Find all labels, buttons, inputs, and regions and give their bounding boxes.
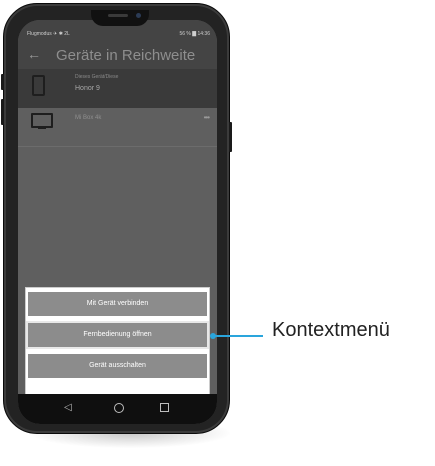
power-button	[229, 122, 232, 152]
more-horizontal-icon[interactable]: •••	[204, 113, 210, 122]
arrow-left-icon[interactable]: ←	[27, 46, 41, 62]
phone-frame: Flugmodus ✈ ✱ 2L 56 % ▇ 14:36 ← Geräte i…	[1, 3, 232, 434]
earpiece-speaker	[108, 14, 128, 17]
callout-line	[213, 335, 263, 337]
device-row-honor[interactable]: Dieses Gerät/Diese Honor 9	[18, 69, 217, 108]
volume-button	[1, 74, 4, 90]
phone-screen: Flugmodus ✈ ✱ 2L 56 % ▇ 14:36 ← Geräte i…	[18, 20, 217, 424]
callout-dot	[210, 333, 216, 339]
android-nav-bar: ◁	[18, 394, 217, 424]
phone-notch	[91, 10, 149, 26]
callout-label: Kontextmenü	[272, 319, 390, 341]
list-divider	[18, 146, 217, 147]
app-bar: ← Geräte in Reichweite	[18, 42, 217, 69]
device-name: Honor 9	[75, 85, 100, 92]
turn-off-device-menu-item[interactable]: Gerät ausschalten	[28, 354, 207, 378]
device-name: Mi Box 4k	[75, 115, 102, 121]
smartphone-icon	[32, 75, 45, 96]
volume-button-2	[1, 99, 4, 125]
page-title: Geräte in Reichweite	[56, 47, 196, 64]
status-right-text: 56 % ▇ 14:36	[179, 31, 210, 37]
tv-icon	[31, 113, 53, 129]
device-subtitle: Dieses Gerät/Diese	[75, 74, 119, 80]
device-row-mibox[interactable]: Mi Box 4k •••	[18, 108, 217, 146]
nav-back-icon[interactable]: ◁	[64, 403, 72, 413]
front-camera-icon	[136, 13, 141, 18]
nav-recents-icon[interactable]	[160, 403, 169, 412]
connect-device-menu-item[interactable]: Mit Gerät verbinden	[28, 292, 207, 316]
open-remote-menu-item[interactable]: Fernbedienung öffnen	[28, 323, 207, 347]
context-menu: Mit Gerät verbinden Fernbedienung öffnen…	[26, 288, 209, 394]
status-left-text: Flugmodus ✈ ✱ 2L	[27, 31, 70, 37]
nav-home-icon[interactable]	[114, 403, 124, 413]
